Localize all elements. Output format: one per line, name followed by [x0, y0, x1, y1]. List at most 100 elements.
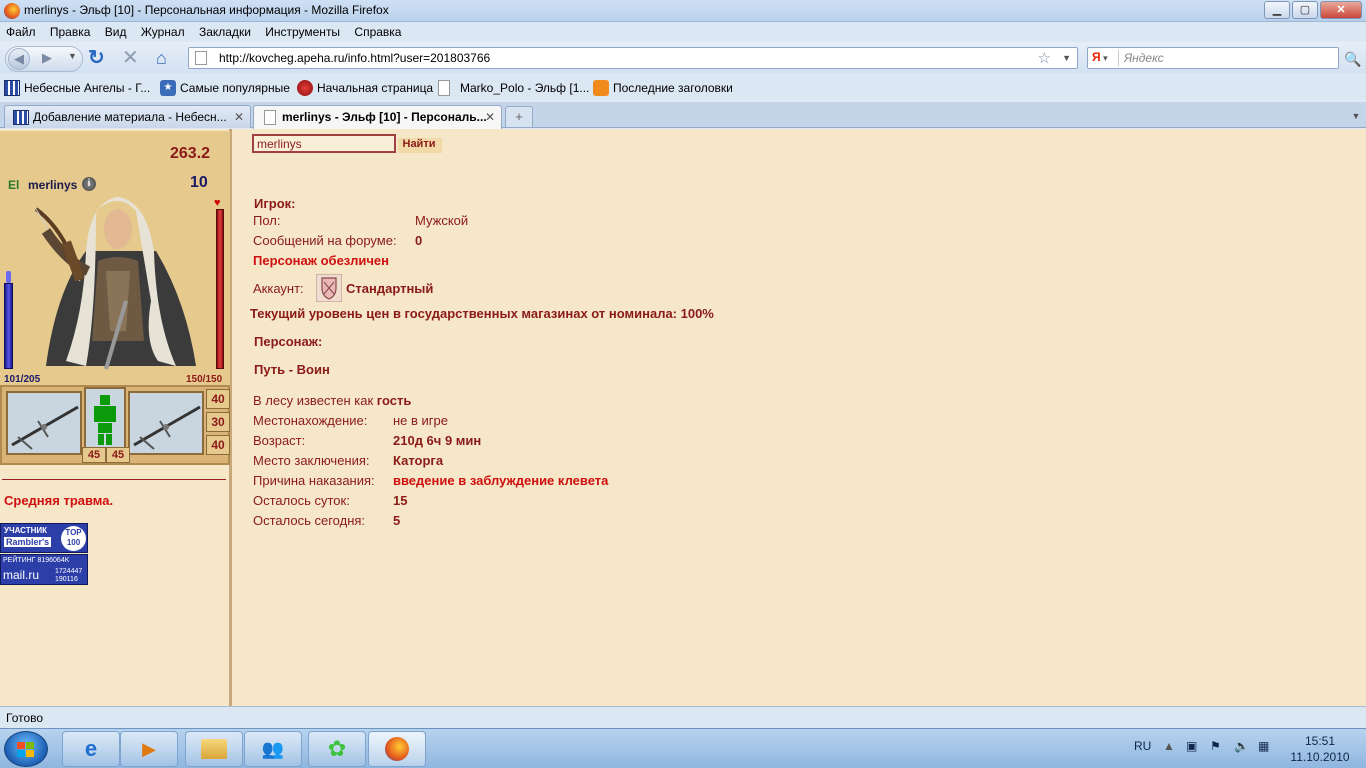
rambler-counter[interactable]: УЧАСТНИК Rambler's TOP 100: [0, 523, 88, 553]
stop-icon[interactable]: ✕: [122, 46, 144, 70]
page-favicon-icon: [195, 51, 207, 65]
start-button[interactable]: [4, 731, 48, 767]
page-icon: [438, 80, 450, 96]
forest-label-text: В лесу известен как: [253, 393, 374, 408]
network-icon[interactable]: ▦: [1258, 739, 1269, 753]
chart-icon: [13, 110, 29, 125]
character-sidebar: 263.2 El merlinys i 10 ♥ 101/205 150/150…: [0, 129, 232, 706]
menu-tools[interactable]: Инструменты: [259, 22, 345, 39]
heart-icon: ♥: [214, 197, 221, 209]
mail-nums: 190116: [55, 576, 78, 583]
back-icon[interactable]: ◀: [8, 48, 30, 70]
player-info: Найти Игрок: Пол: Мужской Сообщений на ф…: [250, 129, 1350, 706]
location-label: Местонахождение:: [253, 413, 368, 428]
menu-help[interactable]: Справка: [348, 22, 406, 39]
menu-view[interactable]: Вид: [99, 22, 132, 39]
mp-value: 101/205: [4, 374, 41, 385]
home-icon[interactable]: ⌂: [156, 46, 178, 70]
search-go-icon[interactable]: 🔍: [1344, 51, 1361, 68]
rating-counters[interactable]: УЧАСТНИК Rambler's TOP 100 РЕЙТИНГ 81960…: [0, 523, 88, 585]
history-dropdown-icon[interactable]: ▼: [68, 51, 77, 61]
find-button[interactable]: Найти: [398, 138, 442, 153]
url-dropdown-icon[interactable]: ▼: [1062, 53, 1071, 63]
rss-icon: [593, 80, 609, 96]
money-value: 263.2: [170, 145, 211, 162]
path-value: Путь - Воин: [254, 362, 330, 377]
today-left-label: Осталось сегодня:: [253, 513, 366, 528]
character-heading: Персонаж:: [254, 334, 323, 349]
url-bar[interactable]: http://kovcheg.apeha.ru/info.html?user=2…: [188, 47, 1078, 69]
system-clock[interactable]: 15:51 11.10.2010: [1290, 733, 1350, 765]
bookmark-item[interactable]: ★ Самые популярные: [160, 80, 290, 96]
left-weapon-slot[interactable]: [6, 391, 82, 455]
menu-history[interactable]: Журнал: [135, 22, 190, 39]
stat-value: 40: [206, 389, 230, 409]
yandex-icon[interactable]: Я ▾: [1092, 50, 1118, 66]
tab-merlinys[interactable]: merlinys - Эльф [10] - Персональ... ✕: [253, 105, 502, 129]
bookmark-label: Небесные Ангелы - Г...: [24, 81, 151, 95]
search-placeholder[interactable]: Яндекс: [1124, 51, 1164, 65]
window-title: merlinys - Эльф [10] - Персональная инфо…: [24, 3, 389, 17]
bookmark-item[interactable]: Последние заголовки: [593, 80, 733, 96]
tray-flag-icon[interactable]: ⚑: [1210, 739, 1221, 753]
bookmark-item[interactable]: Небесные Ангелы - Г...: [4, 80, 150, 96]
media-player-taskbar-button[interactable]: ▶: [120, 731, 178, 767]
windows-taskbar: e ▶ 👥 ✿ RU ▲ ▣ ⚑ 🔈 ▦ 15:51 11.10.2010: [0, 728, 1366, 768]
mail-counter[interactable]: РЕЙТИНГ 8196064K mail.ru 1724447 190116: [0, 554, 88, 585]
back-forward-group: ◀ ▶ ▼: [5, 46, 83, 72]
reload-icon[interactable]: ↻: [88, 46, 110, 70]
player-search-input[interactable]: [252, 134, 396, 153]
tab-close-icon[interactable]: ✕: [485, 110, 495, 124]
status-text: Готово: [6, 711, 44, 725]
right-weapon-slot[interactable]: [128, 391, 204, 455]
minimize-button[interactable]: ▁: [1264, 1, 1290, 19]
mail-nums: 1724447: [55, 568, 83, 575]
volume-icon[interactable]: 🔈: [1234, 739, 1249, 753]
users-icon: 👥: [261, 738, 285, 759]
mp-bar-cap: [6, 271, 11, 283]
bull-icon: [297, 80, 313, 96]
tab-add-material[interactable]: Добавление материала - Небесн... ✕: [4, 105, 251, 128]
stat-value: 30: [206, 412, 230, 432]
location-value: не в игре: [393, 413, 449, 428]
crossbow-icon: [11, 405, 79, 450]
info-icon[interactable]: i: [82, 177, 96, 191]
maximize-button[interactable]: ▢: [1292, 1, 1318, 19]
mp-bar: [4, 283, 13, 369]
list-all-tabs-icon[interactable]: ▼: [1348, 106, 1364, 127]
icq-taskbar-button[interactable]: ✿: [308, 731, 366, 767]
bookmark-item[interactable]: Marko_Polo - Эльф [1...: [438, 80, 589, 96]
tab-label: Добавление материала - Небесн...: [33, 110, 227, 124]
forward-icon[interactable]: ▶: [42, 50, 52, 66]
ie-taskbar-button[interactable]: e: [62, 731, 120, 767]
tray-expand-icon[interactable]: ▲: [1163, 739, 1175, 753]
new-tab-button[interactable]: +: [505, 106, 533, 127]
tray-device-icon[interactable]: ▣: [1186, 739, 1197, 753]
character-name[interactable]: merlinys: [28, 178, 77, 192]
url-text[interactable]: http://kovcheg.apeha.ru/info.html?user=2…: [219, 51, 490, 65]
rambler-name: Rambler's: [4, 537, 52, 547]
bookmark-label: Последние заголовки: [613, 81, 733, 95]
bookmark-item[interactable]: Начальная страница: [297, 80, 433, 96]
forest-value: гость: [376, 393, 412, 408]
users-taskbar-button[interactable]: 👥: [244, 731, 302, 767]
tab-close-icon[interactable]: ✕: [234, 110, 244, 124]
close-button[interactable]: ✕: [1320, 1, 1362, 19]
prison-value: Каторга: [393, 453, 444, 468]
menu-edit[interactable]: Правка: [44, 22, 96, 39]
bookmark-star-icon[interactable]: ☆: [1038, 49, 1051, 67]
language-indicator[interactable]: RU: [1134, 739, 1151, 753]
mail-logo: mail.ru: [3, 568, 40, 582]
search-bar[interactable]: Я ▾ Яндекс: [1087, 47, 1339, 69]
divider: [2, 479, 226, 480]
explorer-taskbar-button[interactable]: [185, 731, 243, 767]
age-label: Возраст:: [253, 433, 306, 448]
menu-bookmarks[interactable]: Закладки: [193, 22, 256, 39]
hp-value: 150/150: [186, 374, 223, 385]
armor-slot[interactable]: [84, 387, 126, 451]
page-icon: [264, 110, 276, 125]
firefox-icon: [385, 737, 409, 761]
firefox-taskbar-button[interactable]: [368, 731, 426, 767]
menu-file[interactable]: Файл: [0, 22, 41, 39]
firefox-icon: [4, 3, 20, 19]
